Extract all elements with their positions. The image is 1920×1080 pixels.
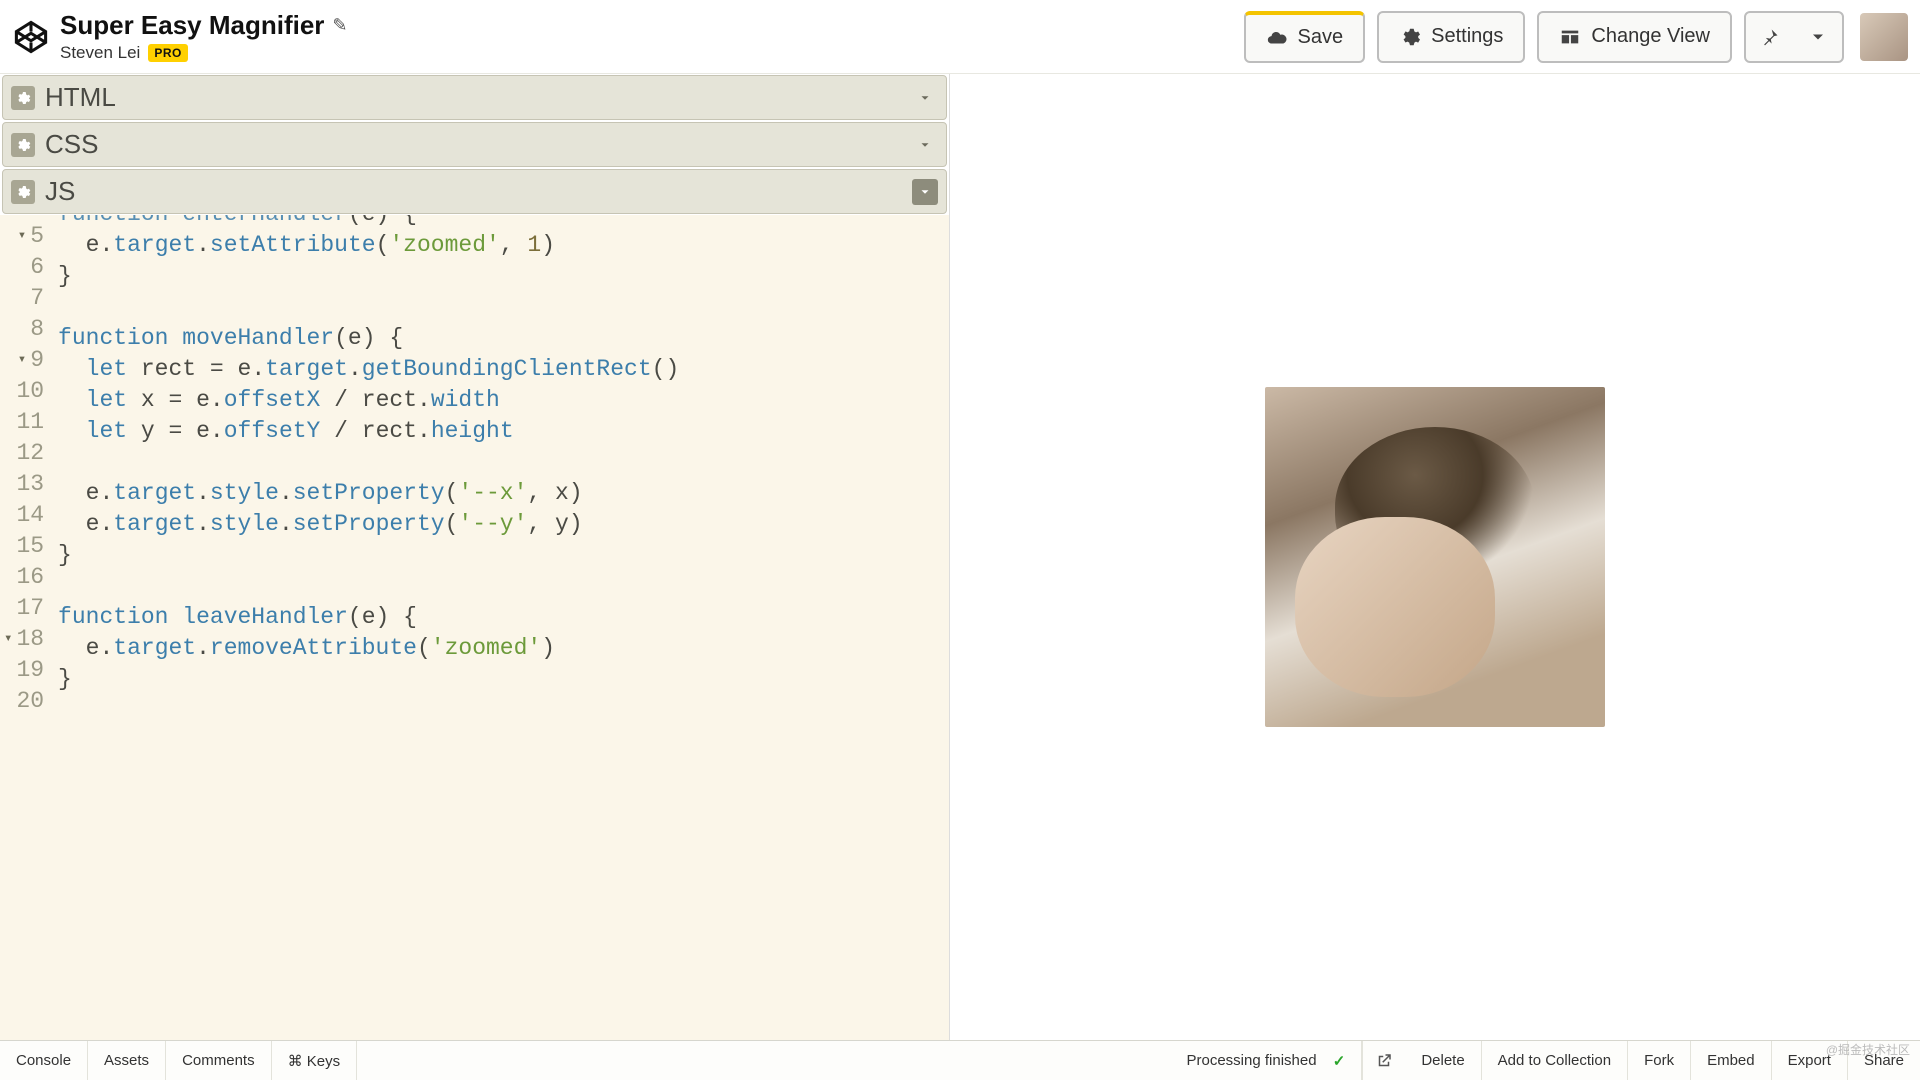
external-link-icon (1375, 1052, 1393, 1070)
settings-label: Settings (1431, 25, 1503, 48)
html-panel-header[interactable]: HTML (2, 75, 947, 120)
pin-dropdown (1744, 11, 1844, 63)
cloud-icon (1266, 27, 1288, 49)
processing-status: Processing finished ✓ (1170, 1041, 1362, 1080)
js-panel-header[interactable]: JS (2, 169, 947, 214)
add-to-collection-button[interactable]: Add to Collection (1482, 1041, 1628, 1080)
pen-title[interactable]: Super Easy Magnifier (60, 10, 324, 41)
settings-button[interactable]: Settings (1377, 11, 1525, 63)
html-settings-icon[interactable] (11, 86, 35, 110)
change-view-button[interactable]: Change View (1537, 11, 1732, 63)
comments-tab[interactable]: Comments (166, 1041, 272, 1080)
html-panel-label: HTML (45, 82, 116, 113)
gear-icon (1399, 26, 1421, 48)
console-tab[interactable]: Console (0, 1041, 88, 1080)
change-view-label: Change View (1591, 25, 1710, 48)
save-button[interactable]: Save (1244, 11, 1366, 63)
css-panel-header[interactable]: CSS (2, 122, 947, 167)
pin-icon (1760, 27, 1780, 47)
author-name[interactable]: Steven Lei (60, 43, 140, 63)
embed-button[interactable]: Embed (1691, 1041, 1772, 1080)
fork-button[interactable]: Fork (1628, 1041, 1691, 1080)
js-collapse-toggle[interactable] (912, 179, 938, 205)
pin-button[interactable] (1746, 17, 1794, 57)
codepen-logo[interactable] (12, 18, 50, 56)
footer: Console Assets Comments ⌘ Keys Processin… (0, 1040, 1920, 1080)
delete-button[interactable]: Delete (1405, 1041, 1481, 1080)
chevron-down-icon (918, 91, 932, 105)
js-code-editor[interactable]: ▾5678▾91011121314151617▾181920 function … (0, 215, 949, 1040)
chevron-down-icon (918, 185, 932, 199)
css-panel-label: CSS (45, 129, 98, 160)
header: Super Easy Magnifier ✎ Steven Lei PRO Sa… (0, 0, 1920, 74)
pin-menu-toggle[interactable] (1794, 17, 1842, 57)
avatar[interactable] (1860, 13, 1908, 61)
header-buttons: Save Settings Change View (1244, 11, 1908, 63)
pro-badge: PRO (148, 44, 188, 62)
chevron-down-icon (918, 138, 932, 152)
save-label: Save (1298, 26, 1344, 49)
title-block: Super Easy Magnifier ✎ Steven Lei PRO (60, 10, 348, 63)
layout-icon (1559, 26, 1581, 48)
preview-pane[interactable] (950, 74, 1920, 1040)
assets-tab[interactable]: Assets (88, 1041, 166, 1080)
preview-image[interactable] (1265, 387, 1605, 727)
chevron-down-icon (1808, 27, 1828, 47)
code-lines: function enterHandler(e) { e.target.setA… (50, 215, 679, 1040)
watermark: @掘金技术社区 (1826, 1041, 1910, 1058)
js-settings-icon[interactable] (11, 180, 35, 204)
css-settings-icon[interactable] (11, 133, 35, 157)
main-split: HTML CSS JS ▾5678▾91011121314151617▾1819… (0, 74, 1920, 1040)
css-collapse-toggle[interactable] (912, 132, 938, 158)
keys-tab[interactable]: ⌘ Keys (272, 1041, 358, 1080)
editor-panels: HTML CSS JS ▾5678▾91011121314151617▾1819… (0, 74, 950, 1040)
edit-title-icon[interactable]: ✎ (332, 15, 347, 36)
line-gutter: ▾5678▾91011121314151617▾181920 (0, 215, 50, 1040)
html-collapse-toggle[interactable] (912, 85, 938, 111)
open-new-window[interactable] (1362, 1041, 1405, 1080)
js-panel-label: JS (45, 176, 75, 207)
check-icon: ✓ (1333, 1052, 1346, 1070)
